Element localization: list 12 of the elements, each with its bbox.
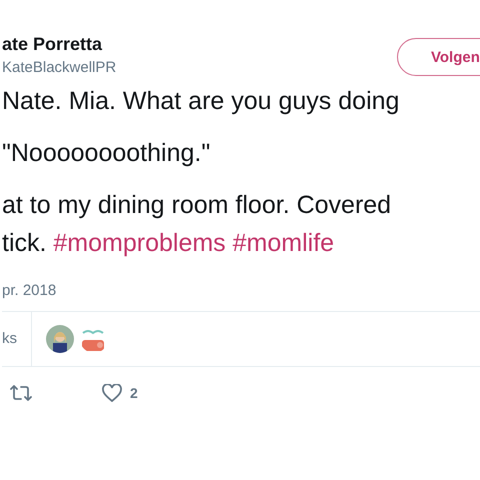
follow-button[interactable]: Volgen xyxy=(397,38,480,76)
heart-icon[interactable] xyxy=(102,384,122,402)
likes-count: 2 xyxy=(130,385,138,401)
retweet-icon[interactable] xyxy=(10,384,32,402)
tweet-text: "Noooooooothing." xyxy=(2,138,212,169)
tweet-date: pr. 2018 xyxy=(2,282,58,299)
likes-label[interactable]: ks xyxy=(2,312,32,366)
tweet-text: at to my dining room floor. Covered xyxy=(2,190,392,221)
tweet-text: Nate. Mia. What are you guys doing xyxy=(2,86,400,117)
author-handle[interactable]: KateBlackwellPR xyxy=(2,59,116,76)
tweet-text: tick. #momproblems #momlife xyxy=(2,228,336,259)
author-name[interactable]: ate Porretta xyxy=(2,34,116,55)
